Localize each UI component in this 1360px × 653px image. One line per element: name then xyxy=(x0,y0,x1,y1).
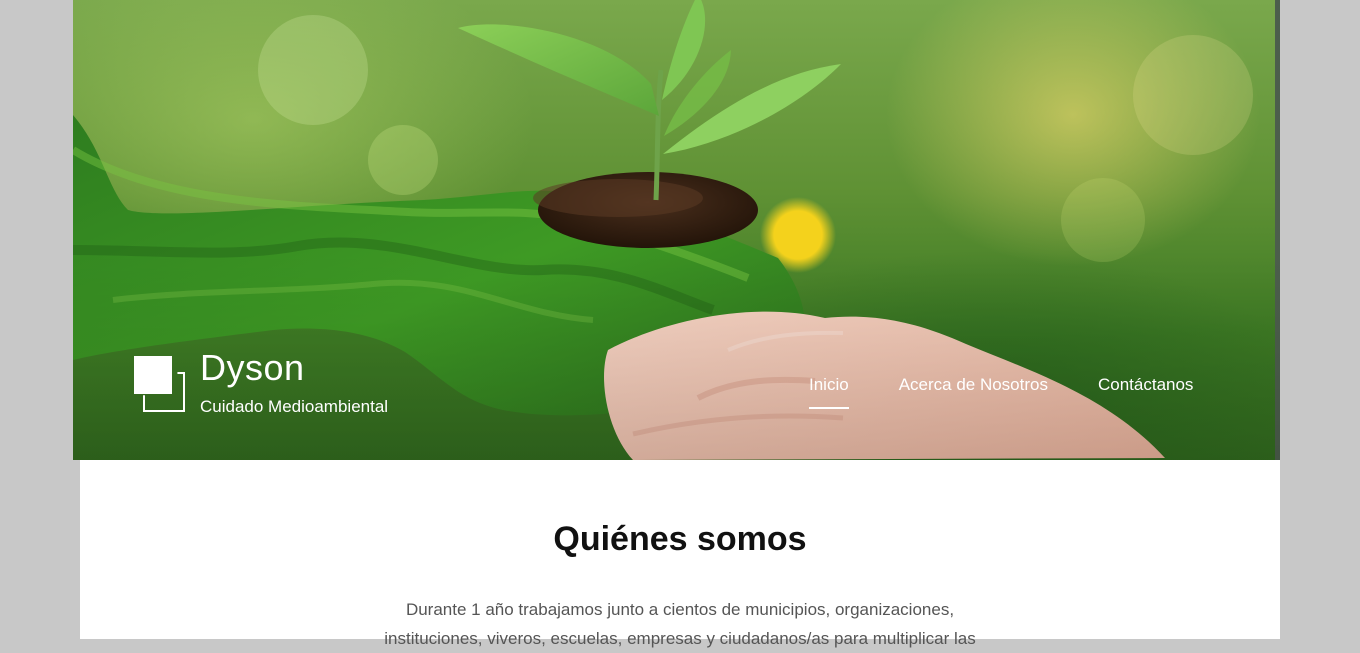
nav-item-contactanos[interactable]: Contáctanos xyxy=(1098,373,1193,409)
hero-right-edge xyxy=(1275,0,1280,460)
site-logo-icon[interactable] xyxy=(134,356,186,413)
site-tagline: Cuidado Medioambiental xyxy=(200,397,389,416)
main-navigation: Inicio Acerca de Nosotros Contáctanos xyxy=(809,373,1193,409)
site-title[interactable]: Dyson xyxy=(200,347,305,389)
nav-item-acerca-de-nosotros[interactable]: Acerca de Nosotros xyxy=(899,373,1048,409)
section-title: Quiénes somos xyxy=(553,520,807,558)
nav-item-inicio[interactable]: Inicio xyxy=(809,373,849,409)
section-description: Durante 1 año trabajamos junto a cientos… xyxy=(384,600,976,648)
